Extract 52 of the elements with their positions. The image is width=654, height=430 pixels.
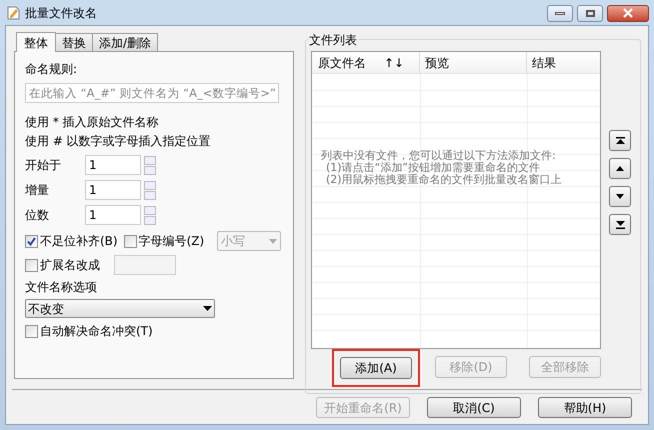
number-field[interactable]: 1 — [85, 205, 141, 225]
move-to-bottom-button[interactable] — [609, 214, 631, 235]
down-arrow-icon — [616, 194, 624, 199]
file-name-option-label: 文件名称选项 — [25, 279, 98, 296]
checkbox[interactable] — [25, 234, 38, 248]
checkbox[interactable] — [124, 234, 137, 248]
empty-list-message: 列表中没有文件，您可以通过以下方法添加文件: — [321, 150, 557, 162]
checkbox-label: 不足位补齐(B) — [40, 233, 118, 250]
hint-text: 使用 * 插入原始文件名称 — [25, 114, 160, 131]
spinner-label: 增量 — [25, 182, 50, 199]
window-title: 批量文件改名 — [25, 5, 97, 22]
empty-list-message: (1)请点击“添加”按钮增加需要重命名的文件 — [325, 162, 541, 174]
column-header[interactable]: 预览 — [420, 52, 527, 73]
checkbox[interactable] — [25, 258, 38, 272]
spinner-label: 开始于 — [25, 157, 62, 174]
naming-rule-field[interactable]: 在此输入 “A_#” 则文件名为 “A_<数字编号>” — [25, 83, 279, 103]
checkbox-label: 自动解决命名冲突(T) — [40, 323, 153, 340]
move-down-button[interactable] — [609, 186, 631, 207]
caret-icon — [203, 306, 212, 311]
tab[interactable]: 整体 — [16, 32, 56, 52]
tab[interactable]: 替换 — [56, 33, 93, 51]
spinner-label: 位数 — [25, 207, 50, 224]
button[interactable]: 取消(C) — [427, 397, 521, 418]
file-list-title: 文件列表 — [308, 33, 358, 47]
document-icon — [5, 5, 21, 21]
number-field[interactable]: 1 — [85, 155, 141, 175]
button[interactable]: 帮助(H) — [538, 397, 632, 418]
file-list[interactable]: 原文件名 ↑↓ 预览 结果 列表中没有文件，您可以通过以下方法添加文件: (1)请点击“添加”按钮增加需要重命名的文件 (2)用鼠标拖拽要重命名的文件到批量改名窗口上 — [311, 51, 601, 349]
file-name-option-dropdown[interactable]: 不改变 — [25, 299, 215, 318]
top-arrow-icon — [616, 136, 624, 144]
bottom-arrow-icon — [616, 220, 624, 228]
number-field[interactable]: 1 — [85, 180, 141, 200]
close-icon — [622, 8, 634, 18]
minimize-button[interactable] — [547, 4, 573, 22]
column-header[interactable]: 原文件名 — [312, 52, 380, 73]
checkbox-label: 字母编号(Z) — [138, 233, 204, 250]
tab[interactable]: 添加/删除 — [93, 33, 158, 51]
up-arrow-icon — [616, 166, 624, 171]
column-header[interactable]: ↑↓ — [380, 52, 420, 73]
checkbox[interactable] — [25, 324, 38, 338]
column-header[interactable]: 结果 — [527, 52, 600, 73]
button[interactable]: 添加(A) — [340, 357, 412, 379]
empty-list-message: (2)用鼠标拖拽要重命名的文件到批量改名窗口上 — [325, 174, 562, 186]
close-button[interactable] — [607, 4, 649, 22]
maximize-button[interactable] — [577, 4, 603, 22]
extension-field[interactable] — [114, 255, 176, 275]
move-up-button[interactable] — [609, 158, 631, 179]
naming-rule-label: 命名规则: — [25, 61, 78, 78]
move-to-top-button[interactable] — [609, 130, 631, 151]
checkbox-label: 扩展名改成 — [40, 257, 100, 274]
hint-text: 使用 # 以数字或字母插入指定位置 — [25, 133, 212, 150]
caret-icon — [269, 238, 277, 244]
